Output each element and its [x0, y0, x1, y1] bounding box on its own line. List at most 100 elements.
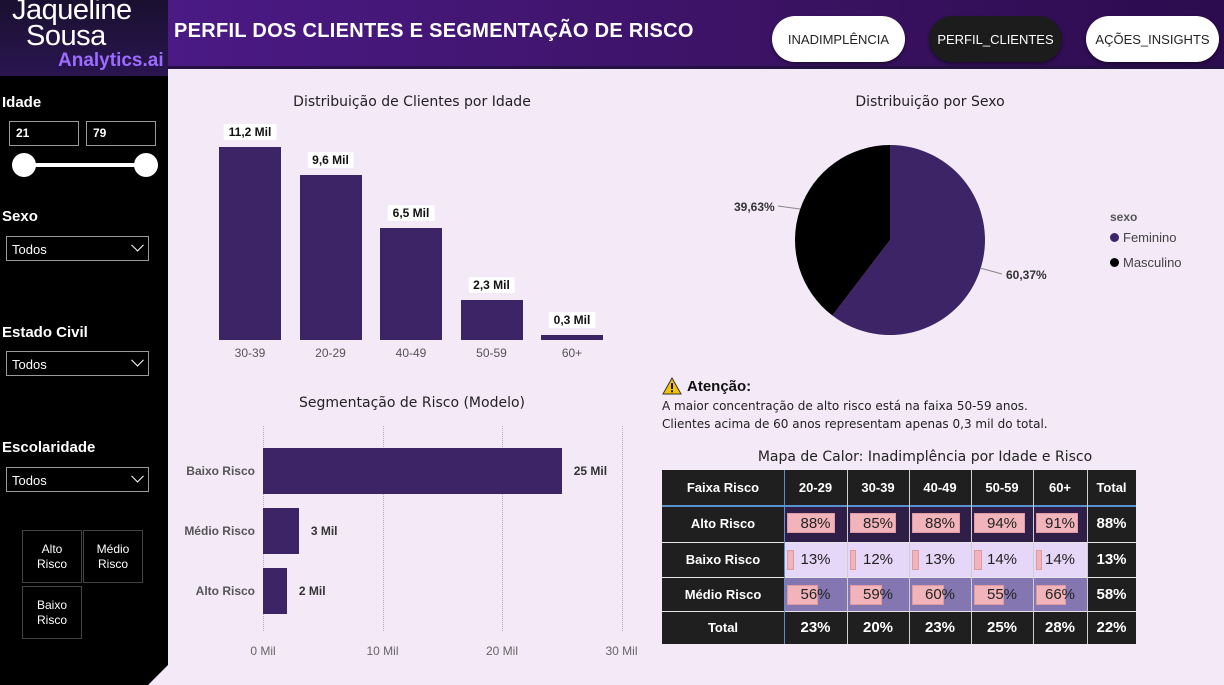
- sex-dropdown-value: Todos: [12, 242, 47, 257]
- heatmap-column-header: 60+: [1033, 470, 1087, 505]
- age-bar[interactable]: [219, 147, 281, 340]
- heatmap-row-total: 13%: [1087, 542, 1136, 577]
- civil-dropdown[interactable]: Todos: [6, 351, 149, 376]
- heatmap-cell: 55%: [971, 577, 1033, 611]
- legend-label-masculino: Masculino: [1123, 255, 1182, 270]
- page-title: PERFIL DOS CLIENTES E SEGMENTAÇÃO DE RIS…: [174, 20, 694, 42]
- heatmap-total-cell: 20%: [847, 611, 909, 644]
- heatmap-cell-value: 12%: [862, 551, 894, 568]
- heatmap-col-divider: [1087, 470, 1088, 644]
- nav-acoes-insights-button[interactable]: AÇÕES_INSIGHTS: [1086, 16, 1219, 62]
- civil-dropdown-value: Todos: [12, 357, 47, 372]
- heatmap-cell: 66%: [1033, 577, 1087, 611]
- heatmap-row-header: Baixo Risco: [662, 542, 784, 577]
- heatmap-column-header: Total: [1087, 470, 1136, 505]
- heatmap-cell-value: 94%: [986, 515, 1018, 532]
- risk-category-label: Médio Risco: [184, 524, 255, 538]
- age-min-input[interactable]: 21: [9, 121, 79, 146]
- legend-dot-masculino: [1110, 258, 1119, 267]
- heatmap-row-divider: [662, 611, 1136, 612]
- age-filter-label: Idade: [2, 94, 42, 111]
- sex-pie-chart: [777, 145, 1003, 335]
- risk-bar[interactable]: [263, 448, 562, 494]
- legend-item-masculino[interactable]: Masculino: [1110, 255, 1182, 270]
- heatmap-row-total-text: 88%: [1096, 515, 1127, 532]
- heatmap-row-header: Médio Risco: [662, 577, 784, 611]
- heatmap-cell-value: 13%: [800, 551, 831, 568]
- heatmap-col-divider: [909, 470, 910, 644]
- heatmap-cell-value: 56%: [800, 585, 831, 603]
- risk-filter-baixo-label: Baixo Risco: [36, 597, 68, 627]
- heatmap-cell-value: 14%: [986, 551, 1018, 568]
- risk-bar[interactable]: [263, 568, 287, 614]
- heatmap-column-header: 40-49: [909, 470, 971, 505]
- heatmap-total-cell-text: 28%: [1044, 619, 1076, 636]
- heatmap-total-row-header: Total: [662, 611, 784, 644]
- heatmap-row-total-text: 13%: [1096, 551, 1127, 568]
- heatmap-column-header: 20-29: [784, 470, 847, 505]
- age-bar-data-label: 0,3 Mil: [548, 311, 596, 328]
- heatmap-row-divider: [662, 505, 1136, 507]
- age-slider-track[interactable]: [24, 163, 146, 167]
- heatmap-column-header-text: 20-29: [798, 480, 833, 495]
- heatmap-column-header-text: 50-59: [985, 480, 1019, 495]
- heatmap-total-cell: 28%: [1033, 611, 1087, 644]
- header-shadow: [168, 66, 1224, 69]
- nav-inadimplencia-button[interactable]: INADIMPLÊNCIA: [772, 16, 905, 62]
- risk-category-label: Alto Risco: [195, 584, 255, 598]
- age-bar[interactable]: [541, 334, 603, 340]
- heatmap-table: Faixa Risco 20-29 30-39 40-49 50-59 60+ Total A…: [662, 470, 1136, 644]
- heatmap-cell: 13%: [909, 542, 971, 577]
- age-slider-max-handle[interactable]: [134, 153, 158, 177]
- heatmap-row-total: 88%: [1087, 505, 1136, 542]
- heatmap-total-cell-text: 20%: [862, 619, 894, 636]
- risk-category-label: Baixo Risco: [186, 464, 255, 478]
- heatmap-cell-value: 85%: [862, 515, 894, 532]
- age-axis-tick-label: 30-39: [234, 346, 266, 360]
- age-axis-tick-label: 20-29: [315, 346, 346, 360]
- edu-dropdown[interactable]: Todos: [6, 467, 149, 492]
- heatmap-databar: [974, 550, 982, 570]
- brand-line-3: Analytics.ai: [58, 50, 164, 71]
- heatmap-row-total: 58%: [1087, 577, 1136, 611]
- sex-filter-label: Sexo: [2, 208, 38, 225]
- risk-bar[interactable]: [263, 508, 299, 554]
- heatmap-databar: [912, 550, 920, 570]
- heatmap-column-header: 50-59: [971, 470, 1033, 505]
- age-bar-data-label: 6,5 Mil: [387, 204, 435, 221]
- heatmap-cell-value: 60%: [924, 585, 956, 603]
- risk-filter-baixo[interactable]: Baixo Risco: [22, 586, 82, 639]
- risk-filter-medio[interactable]: Médio Risco: [83, 530, 143, 583]
- heatmap-cell-value: 14%: [1044, 551, 1076, 568]
- sex-dropdown[interactable]: Todos: [6, 236, 149, 261]
- age-bar-data-label: 11,2 Mil: [223, 124, 277, 140]
- age-bar-data-label: 2,3 Mil: [468, 277, 515, 294]
- age-bar[interactable]: [460, 300, 523, 340]
- nav-perfil-clientes-button[interactable]: PERFIL_CLIENTES: [929, 16, 1062, 62]
- heatmap-cell: 12%: [847, 542, 909, 577]
- age-bar[interactable]: [380, 227, 442, 340]
- age-bar[interactable]: [299, 174, 362, 340]
- heatmap-col-divider: [847, 470, 848, 644]
- risk-axis-tick-label: 20 Mil: [485, 644, 519, 658]
- risk-filter-medio-label: Médio Risco: [96, 541, 130, 571]
- heatmap-total-cell: 23%: [909, 611, 971, 644]
- risk-gridline: [621, 426, 623, 631]
- age-slider-min-handle[interactable]: [12, 153, 36, 177]
- heatmap-cell: 85%: [847, 505, 909, 542]
- heatmap-row-divider: [662, 577, 1136, 578]
- heatmap-total-cell-text: 23%: [924, 619, 956, 636]
- age-axis-tick-label: 50-59: [476, 346, 507, 360]
- legend-item-feminino[interactable]: Feminino: [1110, 230, 1176, 245]
- heatmap-column-header-text: Total: [1096, 480, 1127, 495]
- risk-filter-alto[interactable]: Alto Risco: [22, 530, 82, 583]
- heatmap-total-cell-text: 23%: [800, 619, 831, 636]
- chevron-down-icon: [131, 353, 144, 367]
- heatmap-total-row-header-text: Total: [707, 620, 739, 635]
- heatmap-total-cell-text: 25%: [986, 619, 1018, 636]
- heatmap-col-divider: [971, 470, 972, 644]
- civil-filter-label: Estado Civil: [2, 324, 88, 341]
- brand-line-2: Sousa: [26, 20, 106, 52]
- legend-title: sexo: [1110, 210, 1138, 224]
- age-max-input[interactable]: 79: [86, 121, 156, 146]
